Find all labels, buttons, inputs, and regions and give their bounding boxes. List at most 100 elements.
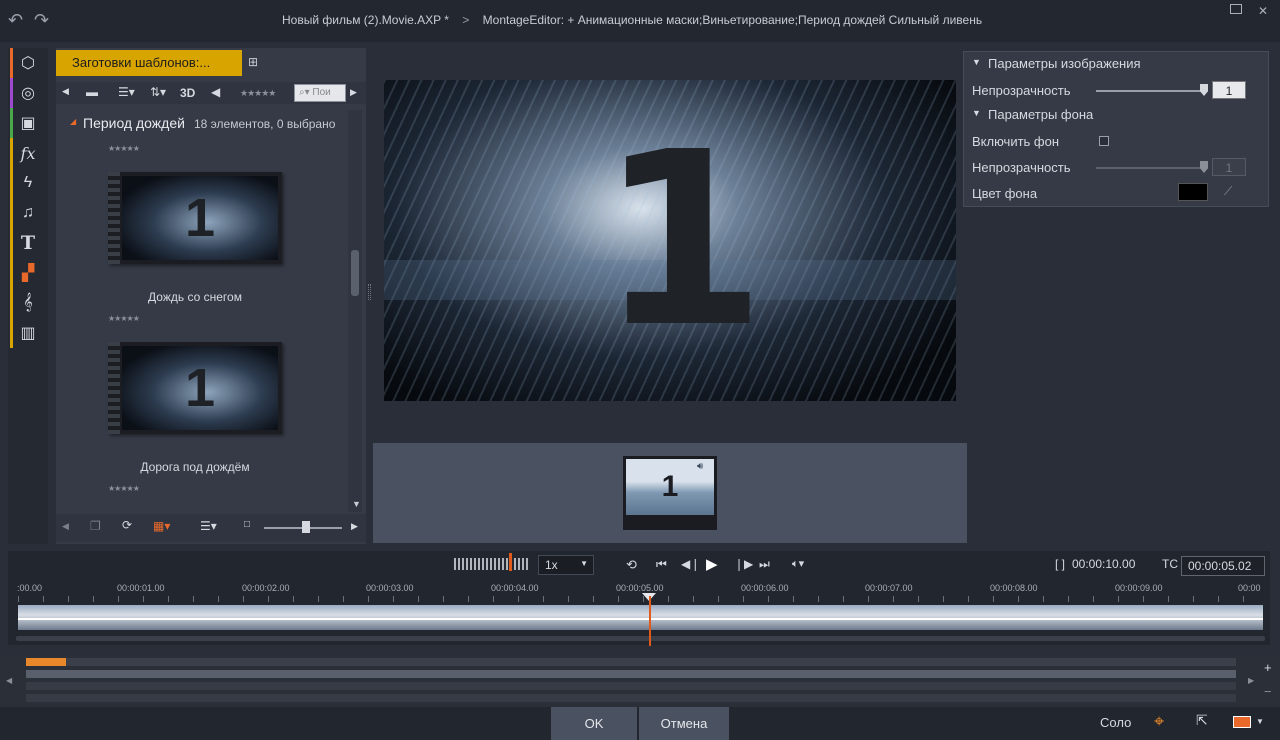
rail-music-icon[interactable]: ♫ [10,198,46,228]
library-tab[interactable]: Заготовки шаблонов:... [56,50,242,76]
view-list-icon[interactable]: ☰▾ [118,85,135,99]
rail-montage-icon[interactable]: ▞ [10,258,46,288]
rail-library-icon[interactable]: ⬡ [10,48,46,78]
ruler-tick: 00:00:07.00 [865,583,913,593]
ok-button[interactable]: OK [551,707,637,740]
scroll-right-icon[interactable]: ▶ [1248,676,1254,685]
ruler-tick: 00:00:06.00 [741,583,789,593]
item-rating[interactable]: ★★★★★ [108,484,140,493]
duration-bracket: [ ] [1055,557,1066,571]
expand-image-icon[interactable]: ▼ [972,57,981,67]
template-thumbnail[interactable]: 1 [108,172,282,264]
refresh-icon[interactable]: ⟳ [122,518,132,532]
item-rating[interactable]: ★★★★★ [108,314,140,323]
image-section-title[interactable]: Параметры изображения [988,56,1141,71]
back-arrow-icon[interactable]: ◀ [62,86,69,97]
solo-label[interactable]: Соло [1100,715,1131,730]
list-view-icon[interactable]: ☰▾ [200,519,217,533]
grid-view-icon[interactable]: ▦▾ [153,519,170,533]
bg-opacity-slider[interactable] [1096,167,1206,169]
search-placeholder: Пои [312,87,331,98]
sort-icon[interactable]: ⇅▾ [150,85,166,99]
modified-mark: * [444,13,449,27]
restore-icon[interactable] [1230,4,1242,14]
opacity-value[interactable]: 1 [1212,81,1246,99]
splitter-handle[interactable] [368,284,371,300]
rail-title-icon[interactable]: T [10,228,46,258]
folder-icon[interactable]: ▬ [86,85,98,99]
next-icon[interactable]: ▶ [351,521,358,532]
tag-icon[interactable]: ◀ [211,85,220,99]
close-icon[interactable]: ✕ [1258,4,1268,18]
rail-scorefitter-icon[interactable]: 𝄞 [10,288,46,318]
library-scrollbar[interactable] [348,110,362,512]
redo-icon[interactable]: ↷ [34,10,49,31]
speed-select[interactable]: 1x ▼ [538,555,594,575]
bg-opacity-value[interactable]: 1 [1212,158,1246,176]
bg-section-title[interactable]: Параметры фона [988,107,1093,122]
template-thumbnail[interactable]: 1 [108,342,282,434]
bg-opacity-slider-handle[interactable] [1200,161,1208,173]
loop-icon[interactable]: ⟲ [626,557,637,573]
eyedropper-icon[interactable]: ⟋ [1224,184,1232,199]
target-icon[interactable]: ⌖ [1154,711,1164,732]
pin-icon[interactable]: ⊞ [248,55,258,69]
search-input[interactable]: ⌕▾ Пои [294,84,346,102]
slider-handle[interactable] [302,521,310,533]
rail-transitions-icon[interactable]: ϟ [10,168,46,198]
strip-thumbnail[interactable]: 1 🔊︎ [623,456,717,530]
group-header[interactable]: ◢ Период дождей 18 элементов, 0 выбрано [56,110,346,136]
template-label[interactable]: Дорога под дождём [108,460,282,474]
step-back-icon[interactable]: ◀❘ [681,557,700,571]
export-icon[interactable]: ⇱ [1196,712,1208,729]
overview-window[interactable] [26,658,66,666]
rating-filter[interactable]: ★★★★★ [240,88,276,99]
rail-film-icon[interactable]: ◎ [10,78,46,108]
ruler-tick: 00:00:03.00 [366,583,414,593]
video-preview[interactable]: 1 [384,80,956,401]
opacity-slider-handle[interactable] [1200,84,1208,96]
enable-bg-checkbox[interactable] [1099,136,1109,146]
color-mode-icon[interactable] [1233,716,1251,728]
rail-piano-icon[interactable]: ▥ [10,318,46,348]
item-rating[interactable]: ★★★★★ [108,144,140,153]
timecode-field[interactable]: 00:00:05.02 [1181,556,1265,576]
ruler-tick: 00:00:01.00 [117,583,165,593]
track-line [18,618,1263,620]
play-icon[interactable]: ▶ [706,555,718,573]
step-forward-icon[interactable]: ❘▶ [734,557,753,571]
ruler-tick: 00:00:02.00 [242,583,290,593]
overview-lane[interactable] [26,658,1236,666]
chevron-down-icon[interactable]: ▼ [1256,717,1264,726]
shuttle-control[interactable] [454,558,530,570]
playhead[interactable] [649,596,651,646]
rail-fx-icon[interactable]: fx [10,138,46,168]
expand-bg-icon[interactable]: ▼ [972,108,981,118]
volume-icon[interactable]: 🔈︎▾ [792,557,804,571]
ruler-tick: 00:00:09.00 [1115,583,1163,593]
shuttle-handle[interactable] [509,553,512,571]
small-size-icon[interactable]: □ [244,519,250,530]
scroll-left-icon[interactable]: ◀ [6,676,12,685]
rail-photos-icon[interactable]: ▣ [10,108,46,138]
thumbnail-number: 1 [184,358,216,418]
zoom-in-icon[interactable]: + [1264,660,1272,675]
go-start-icon[interactable]: ⏮ [656,557,667,572]
collapse-icon[interactable]: ◢ [70,117,76,126]
scroll-right-icon[interactable]: ▶ [350,87,357,98]
zoom-out-icon[interactable]: − [1264,684,1272,699]
scroll-down-icon[interactable]: ▼ [352,499,361,509]
scrollbar-thumb[interactable] [351,250,359,296]
cancel-button[interactable]: Отмена [639,707,729,740]
timeline-scrollbar[interactable] [16,636,1265,641]
copy-icon[interactable]: ❐ [90,519,101,533]
opacity-slider[interactable] [1096,90,1206,92]
undo-icon[interactable]: ↶ [8,10,23,31]
overview-lane [26,694,1236,702]
bg-color-swatch[interactable] [1178,183,1208,201]
3d-filter-button[interactable]: 3D [180,86,195,100]
go-end-icon[interactable]: ⏭ [759,557,770,572]
title-bar: ↶ ↷ Новый фильм (2).Movie.AXP * > Montag… [0,0,1280,42]
template-label[interactable]: Дождь со снегом [108,290,282,304]
prev-icon[interactable]: ◀ [62,521,69,532]
